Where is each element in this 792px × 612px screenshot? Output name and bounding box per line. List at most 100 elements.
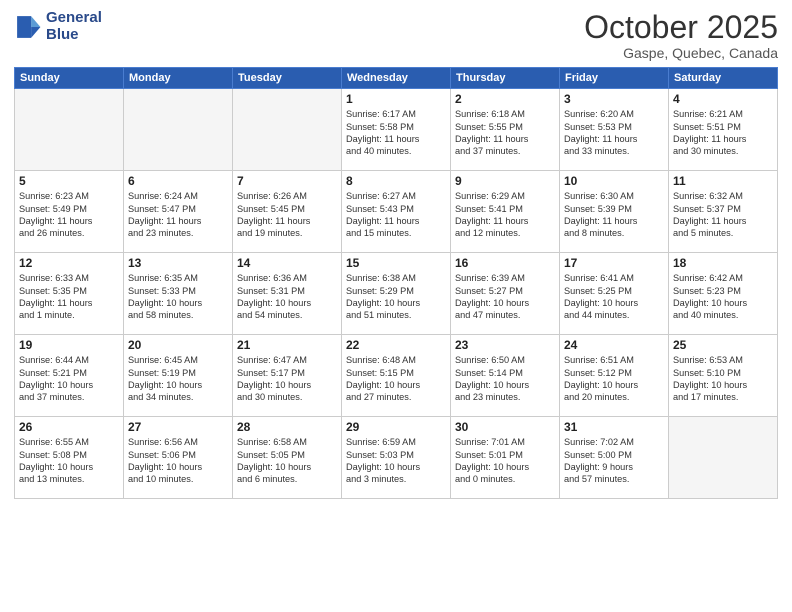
day-info: Sunrise: 6:41 AM Sunset: 5:25 PM Dayligh… <box>564 272 664 322</box>
col-friday: Friday <box>560 68 669 89</box>
table-row: 10 Sunrise: 6:30 AM Sunset: 5:39 PM Dayli… <box>560 171 669 253</box>
table-row: 2 Sunrise: 6:18 AM Sunset: 5:55 PM Daylig… <box>451 89 560 171</box>
table-row: 18 Sunrise: 6:42 AM Sunset: 5:23 PM Dayli… <box>669 253 778 335</box>
day-info: Sunrise: 6:24 AM Sunset: 5:47 PM Dayligh… <box>128 190 228 240</box>
table-row: 23Sunrise: 6:50 AM Sunset: 5:14 PM Dayli… <box>451 335 560 417</box>
table-row: 3Sunrise: 6:20 AM Sunset: 5:53 PM Daylig… <box>560 89 669 171</box>
day-number: 4 <box>673 92 773 106</box>
table-row: 25Sunrise: 6:53 AM Sunset: 5:10 PM Dayli… <box>669 335 778 417</box>
col-wednesday: Wednesday <box>342 68 451 89</box>
day-info: Sunrise: 6:32 AM Sunset: 5:37 PM Dayligh… <box>673 190 773 240</box>
day-info: Sunrise: 6:38 AM Sunset: 5:29 PM Dayligh… <box>346 272 446 322</box>
day-info: Sunrise: 6:21 AM Sunset: 5:51 PM Dayligh… <box>673 108 773 158</box>
table-row: 8Sunrise: 6:27 AM Sunset: 5:43 PM Daylig… <box>342 171 451 253</box>
day-info: Sunrise: 6:33 AM Sunset: 5:35 PM Dayligh… <box>19 272 119 322</box>
day-info: Sunrise: 6:17 AM Sunset: 5:58 PM Dayligh… <box>346 108 446 158</box>
table-row: 29 Sunrise: 6:59 AM Sunset: 5:03 PM Dayli… <box>342 417 451 499</box>
table-row <box>124 89 233 171</box>
table-row: 20 Sunrise: 6:45 AM Sunset: 5:19 PM Dayli… <box>124 335 233 417</box>
table-row: 28 Sunrise: 6:58 AM Sunset: 5:05 PM Dayli… <box>233 417 342 499</box>
logo-line2: Blue <box>46 27 102 44</box>
table-row: 22 Sunrise: 6:48 AM Sunset: 5:15 PM Dayli… <box>342 335 451 417</box>
day-number: 24 <box>564 338 664 352</box>
day-number: 15 <box>346 256 446 270</box>
day-number: 20 <box>128 338 228 352</box>
table-row: 7 Sunrise: 6:26 AM Sunset: 5:45 PM Daylig… <box>233 171 342 253</box>
day-number: 9 <box>455 174 555 188</box>
day-number: 21 <box>237 338 337 352</box>
day-number: 10 <box>564 174 664 188</box>
day-info: Sunrise: 7:01 AM Sunset: 5:01 PM Dayligh… <box>455 436 555 486</box>
day-number: 3 <box>564 92 664 106</box>
table-row: 11Sunrise: 6:32 AM Sunset: 5:37 PM Dayli… <box>669 171 778 253</box>
table-row: 1Sunrise: 6:17 AM Sunset: 5:58 PM Daylig… <box>342 89 451 171</box>
table-row <box>233 89 342 171</box>
calendar-table: Sunday Monday Tuesday Wednesday Thursday… <box>14 67 778 499</box>
day-number: 2 <box>455 92 555 106</box>
day-number: 31 <box>564 420 664 434</box>
table-row: 30 Sunrise: 7:01 AM Sunset: 5:01 PM Dayli… <box>451 417 560 499</box>
header: General Blue October 2025 Gaspe, Quebec,… <box>14 10 778 61</box>
table-row: 24 Sunrise: 6:51 AM Sunset: 5:12 PM Dayli… <box>560 335 669 417</box>
day-info: Sunrise: 6:18 AM Sunset: 5:55 PM Dayligh… <box>455 108 555 158</box>
day-number: 19 <box>19 338 119 352</box>
day-info: Sunrise: 6:27 AM Sunset: 5:43 PM Dayligh… <box>346 190 446 240</box>
day-info: Sunrise: 6:56 AM Sunset: 5:06 PM Dayligh… <box>128 436 228 486</box>
day-info: Sunrise: 6:47 AM Sunset: 5:17 PM Dayligh… <box>237 354 337 404</box>
logo-text: General Blue <box>46 10 102 43</box>
day-number: 16 <box>455 256 555 270</box>
col-thursday: Thursday <box>451 68 560 89</box>
table-row: 26 Sunrise: 6:55 AM Sunset: 5:08 PM Dayli… <box>15 417 124 499</box>
day-info: Sunrise: 6:51 AM Sunset: 5:12 PM Dayligh… <box>564 354 664 404</box>
col-sunday: Sunday <box>15 68 124 89</box>
table-row: 13 Sunrise: 6:35 AM Sunset: 5:33 PM Dayli… <box>124 253 233 335</box>
logo: General Blue <box>14 10 102 43</box>
col-monday: Monday <box>124 68 233 89</box>
table-row: 6Sunrise: 6:24 AM Sunset: 5:47 PM Daylig… <box>124 171 233 253</box>
title-block: October 2025 Gaspe, Quebec, Canada <box>584 10 778 61</box>
table-row: 27 Sunrise: 6:56 AM Sunset: 5:06 PM Dayli… <box>124 417 233 499</box>
table-row: 14Sunrise: 6:36 AM Sunset: 5:31 PM Dayli… <box>233 253 342 335</box>
day-info: Sunrise: 6:35 AM Sunset: 5:33 PM Dayligh… <box>128 272 228 322</box>
page: General Blue October 2025 Gaspe, Quebec,… <box>0 0 792 612</box>
day-number: 7 <box>237 174 337 188</box>
day-info: Sunrise: 6:42 AM Sunset: 5:23 PM Dayligh… <box>673 272 773 322</box>
table-row: 17 Sunrise: 6:41 AM Sunset: 5:25 PM Dayli… <box>560 253 669 335</box>
day-info: Sunrise: 6:48 AM Sunset: 5:15 PM Dayligh… <box>346 354 446 404</box>
day-number: 28 <box>237 420 337 434</box>
table-row: 4 Sunrise: 6:21 AM Sunset: 5:51 PM Daylig… <box>669 89 778 171</box>
day-number: 17 <box>564 256 664 270</box>
table-row: 12 Sunrise: 6:33 AM Sunset: 5:35 PM Dayli… <box>15 253 124 335</box>
table-row: 5Sunrise: 6:23 AM Sunset: 5:49 PM Daylig… <box>15 171 124 253</box>
col-saturday: Saturday <box>669 68 778 89</box>
day-number: 29 <box>346 420 446 434</box>
table-row: 16 Sunrise: 6:39 AM Sunset: 5:27 PM Dayli… <box>451 253 560 335</box>
month-title: October 2025 <box>584 10 778 45</box>
col-tuesday: Tuesday <box>233 68 342 89</box>
table-row: 31 Sunrise: 7:02 AM Sunset: 5:00 PM Dayli… <box>560 417 669 499</box>
table-row: 19Sunrise: 6:44 AM Sunset: 5:21 PM Dayli… <box>15 335 124 417</box>
day-info: Sunrise: 6:45 AM Sunset: 5:19 PM Dayligh… <box>128 354 228 404</box>
day-info: Sunrise: 6:36 AM Sunset: 5:31 PM Dayligh… <box>237 272 337 322</box>
day-info: Sunrise: 6:39 AM Sunset: 5:27 PM Dayligh… <box>455 272 555 322</box>
location-subtitle: Gaspe, Quebec, Canada <box>584 45 778 61</box>
day-number: 30 <box>455 420 555 434</box>
day-number: 26 <box>19 420 119 434</box>
day-number: 27 <box>128 420 228 434</box>
table-row <box>669 417 778 499</box>
day-info: Sunrise: 6:26 AM Sunset: 5:45 PM Dayligh… <box>237 190 337 240</box>
day-info: Sunrise: 7:02 AM Sunset: 5:00 PM Dayligh… <box>564 436 664 486</box>
table-row: 15 Sunrise: 6:38 AM Sunset: 5:29 PM Dayli… <box>342 253 451 335</box>
calendar-week-row: 5Sunrise: 6:23 AM Sunset: 5:49 PM Daylig… <box>15 171 778 253</box>
day-number: 25 <box>673 338 773 352</box>
day-info: Sunrise: 6:55 AM Sunset: 5:08 PM Dayligh… <box>19 436 119 486</box>
day-number: 22 <box>346 338 446 352</box>
day-number: 18 <box>673 256 773 270</box>
day-info: Sunrise: 6:58 AM Sunset: 5:05 PM Dayligh… <box>237 436 337 486</box>
day-info: Sunrise: 6:30 AM Sunset: 5:39 PM Dayligh… <box>564 190 664 240</box>
day-number: 13 <box>128 256 228 270</box>
day-number: 12 <box>19 256 119 270</box>
calendar-week-row: 19Sunrise: 6:44 AM Sunset: 5:21 PM Dayli… <box>15 335 778 417</box>
day-info: Sunrise: 6:59 AM Sunset: 5:03 PM Dayligh… <box>346 436 446 486</box>
logo-line1: General <box>46 10 102 27</box>
